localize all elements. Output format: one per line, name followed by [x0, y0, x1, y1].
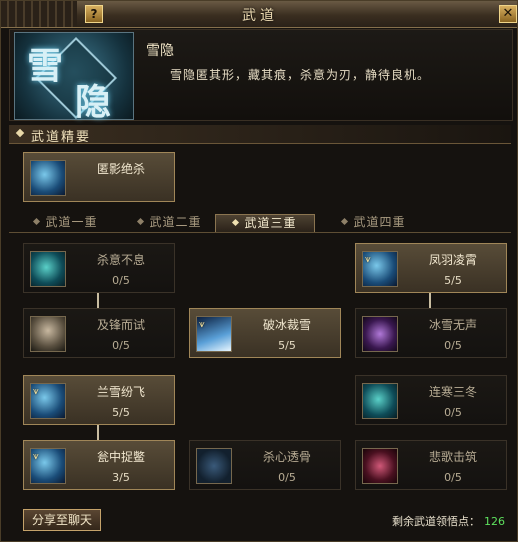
upgrade-mark-icon: ⩛	[199, 319, 205, 330]
remaining-points: 剩余武道领悟点： 126	[392, 513, 505, 529]
shadow-assassin-icon	[30, 160, 66, 196]
tab-tier-2[interactable]: 武道二重	[121, 214, 219, 231]
skill-name: 破冰裁雪	[262, 318, 311, 332]
moon-blade-icon	[30, 251, 66, 287]
tree-connector	[97, 293, 99, 308]
tab-tier-4[interactable]: 武道四重	[325, 214, 423, 231]
tab-dot-icon	[341, 217, 349, 226]
school-description: 雪隐匿其形，藏其痕，杀意为刃，静待良机。	[170, 68, 431, 82]
emblem-char-2: 隐	[75, 81, 112, 123]
essentials-title: 武道精要	[31, 130, 92, 145]
skill-name: 连寒三冬	[428, 385, 477, 399]
emblem-char-1: 雪	[27, 45, 64, 87]
tier-tabs: 武道一重 武道二重 武道三重 武道四重	[9, 214, 511, 233]
skill-level: 0/5	[444, 339, 462, 352]
close-button[interactable]: ✕	[499, 5, 517, 23]
warrior-face-icon	[30, 316, 66, 352]
snow-slash-icon: ⩛	[30, 383, 66, 419]
skill-name: 瓮中捉鳖	[96, 450, 145, 464]
remaining-points-label: 剩余武道领悟点：	[392, 515, 480, 528]
skill-level: 3/5	[112, 471, 130, 484]
skill-card-shaxin-tougu[interactable]: 杀心透骨 0/5	[189, 440, 341, 490]
skill-name: 凤羽凌霄	[428, 253, 477, 267]
silent-frost-icon	[362, 316, 398, 352]
skill-card-jifeng-ershi[interactable]: 及锋而试 0/5	[23, 308, 175, 358]
piercing-heart-icon	[196, 448, 232, 484]
tab-label: 武道三重	[244, 216, 297, 230]
essential-skill-name: 匿影绝杀	[96, 162, 145, 176]
skill-name: 悲歌击筑	[428, 450, 477, 464]
tab-label: 武道一重	[45, 215, 98, 229]
upgrade-mark-icon: ⩛	[33, 386, 39, 397]
tab-dot-icon	[137, 217, 145, 226]
diamond-bullet-icon	[15, 128, 25, 138]
skill-card-shayi-buxi[interactable]: 杀意不息 0/5	[23, 243, 175, 293]
winter-chain-icon	[362, 383, 398, 419]
skill-level: 0/5	[112, 339, 130, 352]
skill-name: 杀心透骨	[262, 450, 311, 464]
skill-name: 冰雪无声	[428, 318, 477, 332]
skill-name: 及锋而试	[96, 318, 145, 332]
skill-name: 杀意不息	[96, 253, 145, 267]
window-title: 武道	[242, 8, 278, 24]
skill-card-fengyu-lingxiao[interactable]: ⩛ 凤羽凌霄 5/5	[355, 243, 507, 293]
ice-shatter-icon: ⩛	[196, 316, 232, 352]
skill-card-beige-jizhu[interactable]: 悲歌击筑 0/5	[355, 440, 507, 490]
skill-name: 兰雪纷飞	[96, 385, 145, 399]
skill-card-lianhan-sandong[interactable]: 连寒三冬 0/5	[355, 375, 507, 425]
skill-level: 5/5	[444, 274, 462, 287]
skill-level: 0/5	[112, 274, 130, 287]
tab-label: 武道二重	[149, 215, 202, 229]
skill-header: 雪 隐 雪隐 雪隐匿其形，藏其痕，杀意为刃，静待良机。	[9, 29, 513, 123]
snow-hide-emblem-icon: 雪 隐	[14, 32, 134, 123]
upgrade-mark-icon: ⩛	[365, 254, 371, 265]
skill-level: 0/5	[444, 406, 462, 419]
mourning-song-icon	[362, 448, 398, 484]
skill-card-bingxue-wusheng[interactable]: 冰雪无声 0/5	[355, 308, 507, 358]
share-to-chat-button[interactable]: 分享至聊天	[23, 509, 101, 531]
wudao-window: ? 武道 ✕ 雪 隐 雪隐 雪隐匿其形，藏其痕，杀意为刃，静待良机。 武道精要 …	[0, 0, 518, 542]
skill-card-wengzhong-zhuobie[interactable]: ⩛ 瓮中捉鳖 3/5	[23, 440, 175, 490]
skill-level: 5/5	[278, 339, 296, 352]
skill-card-lanxue-fenfei[interactable]: ⩛ 兰雪纷飞 5/5	[23, 375, 175, 425]
remaining-points-value: 126	[484, 515, 505, 528]
trap-strike-icon: ⩛	[30, 448, 66, 484]
essentials-section-title: 武道精要	[9, 125, 511, 145]
skill-level: 5/5	[112, 406, 130, 419]
tab-tier-3[interactable]: 武道三重	[215, 214, 315, 232]
tab-dot-icon	[33, 217, 41, 226]
title-bar[interactable]: ? 武道 ✕	[1, 1, 517, 28]
skill-card-pobing-caixue[interactable]: ⩛ 破冰裁雪 5/5	[189, 308, 341, 358]
school-name: 雪隐	[146, 43, 174, 59]
phoenix-feather-icon: ⩛	[362, 251, 398, 287]
skill-level: 0/5	[444, 471, 462, 484]
skill-level: 0/5	[278, 471, 296, 484]
upgrade-mark-icon: ⩛	[33, 451, 39, 462]
tab-tier-1[interactable]: 武道一重	[17, 214, 115, 231]
tree-connector	[429, 293, 431, 308]
tab-label: 武道四重	[353, 215, 406, 229]
tab-dot-icon	[232, 218, 240, 227]
tree-connector	[97, 425, 99, 440]
essential-skill-card[interactable]: 匿影绝杀	[23, 152, 175, 202]
